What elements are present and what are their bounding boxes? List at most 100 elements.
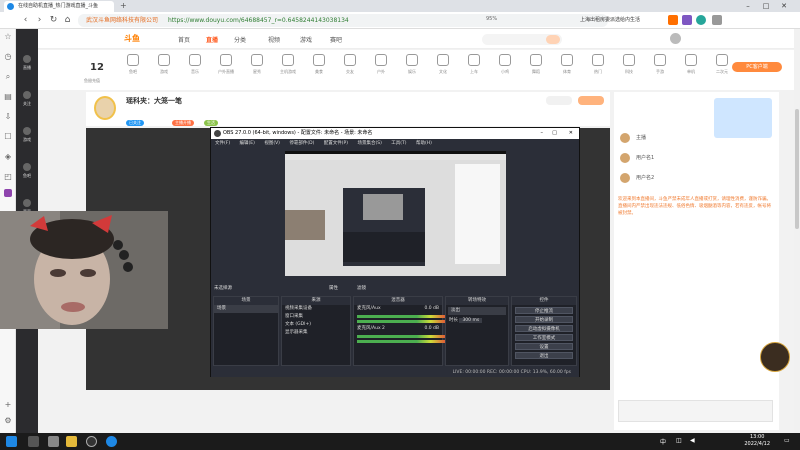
side-nav-item[interactable]: 鱼吧 — [18, 163, 36, 179]
nav-category[interactable]: 分类 — [234, 35, 246, 44]
nav-video[interactable]: 视频 — [268, 35, 280, 44]
reload-icon[interactable]: ↻ — [48, 15, 59, 26]
settings-icon[interactable]: ⚙ — [4, 417, 12, 425]
douyu-search-input[interactable] — [482, 34, 562, 45]
chat-input[interactable] — [618, 400, 773, 422]
extension-icon[interactable] — [682, 15, 692, 25]
home-icon[interactable]: ⌂ — [62, 15, 73, 26]
category-item[interactable]: 音乐 — [180, 54, 210, 75]
star-icon[interactable]: ☆ — [4, 33, 12, 41]
ime-indicator[interactable]: 中 — [660, 437, 666, 446]
taskview-icon[interactable] — [28, 436, 39, 447]
browser-taskbar-icon[interactable] — [106, 436, 117, 447]
obs-minimize-icon[interactable]: – — [541, 128, 544, 139]
source-item[interactable]: 窗口采集 — [282, 313, 350, 321]
side-nav-item[interactable]: 关注 — [18, 91, 36, 107]
obs-menu-item[interactable]: 帮助(H) — [416, 141, 432, 146]
obs-menu-item[interactable]: 文件(F) — [215, 141, 230, 146]
category-item[interactable]: 手游 — [645, 54, 675, 75]
volume-icon[interactable]: ◀ — [690, 437, 695, 444]
settings-button[interactable]: 设置 — [515, 343, 573, 350]
follow-button[interactable] — [578, 96, 604, 105]
filters-button[interactable]: 滤镜 — [357, 285, 366, 293]
category-item[interactable]: 热门 — [583, 54, 613, 75]
app-icon[interactable] — [66, 436, 77, 447]
rank-user[interactable]: 用户名1 — [618, 152, 773, 164]
chat-icon[interactable]: ☐ — [4, 133, 12, 141]
side-nav-item[interactable]: 直播 — [18, 55, 36, 71]
category-item[interactable]: 科技 — [614, 54, 644, 75]
nav-live[interactable]: 直播 — [206, 35, 218, 44]
obs-menu-item[interactable]: 场景集合(S) — [357, 141, 381, 146]
properties-button[interactable]: 属性 — [329, 285, 338, 293]
category-item[interactable]: 单机 — [676, 54, 706, 75]
explorer-icon[interactable] — [48, 436, 59, 447]
category-item[interactable]: 文化 — [428, 54, 458, 75]
transition-select[interactable]: 淡出 — [448, 307, 506, 315]
category-item[interactable]: 小鸡 — [490, 54, 520, 75]
category-item[interactable]: 体育 — [552, 54, 582, 75]
maximize-icon[interactable]: □ — [758, 0, 774, 12]
category-item[interactable]: 星秀 — [242, 54, 272, 75]
download-icon[interactable]: ⇩ — [4, 113, 12, 121]
bag-icon[interactable]: ◰ — [4, 173, 12, 181]
duration-input[interactable]: 300 ms — [459, 318, 483, 323]
obs-close-icon[interactable]: ✕ — [569, 128, 573, 139]
close-icon[interactable]: ✕ — [776, 0, 792, 12]
streamer-avatar[interactable] — [94, 96, 116, 120]
obs-menu-item[interactable]: 视图(V) — [264, 141, 280, 146]
note-icon[interactable]: ▤ — [4, 93, 12, 101]
share-button[interactable] — [546, 96, 572, 105]
browser-tab[interactable]: 在线自助机直播_热门游戏直播_斗鱼 — [4, 1, 114, 12]
obs-menu-item[interactable]: 编辑(E) — [240, 141, 255, 146]
obs-menu-item[interactable]: 工具(T) — [391, 141, 406, 146]
search-icon[interactable]: ⌕ — [4, 73, 12, 81]
game-icon[interactable]: ◈ — [4, 153, 12, 161]
obs-menu-item[interactable]: 配置文件(P) — [324, 141, 348, 146]
back-icon[interactable]: ‹ — [20, 15, 31, 26]
side-nav-item[interactable]: 游戏 — [18, 127, 36, 143]
category-item[interactable]: 上车 — [459, 54, 489, 75]
category-item[interactable]: 户外直播 — [211, 54, 241, 75]
extension-icon[interactable] — [696, 15, 706, 25]
extension-icon[interactable] — [668, 15, 678, 25]
exit-button[interactable]: 退出 — [515, 352, 573, 359]
pc-client-button[interactable]: PC客户端 — [732, 62, 782, 72]
obs-menu-item[interactable]: 停靠部件(D) — [289, 141, 314, 146]
category-item[interactable]: 游戏 — [149, 54, 179, 75]
history-icon[interactable]: ◷ — [4, 53, 12, 61]
category-item[interactable]: 舞蹈 — [521, 54, 551, 75]
app-icon[interactable] — [4, 189, 12, 197]
scrollbar-thumb[interactable] — [795, 109, 799, 229]
add-icon[interactable]: + — [4, 401, 12, 409]
address-bar[interactable]: 武汉斗鱼网络科技有限公司 https://www.douyu.com/64688… — [78, 14, 608, 27]
obs-preview[interactable] — [285, 151, 506, 276]
minimize-icon[interactable]: – — [740, 0, 756, 12]
nav-game[interactable]: 游戏 — [300, 35, 312, 44]
nav-home[interactable]: 首页 — [178, 35, 190, 44]
nav-match[interactable]: 赛吧 — [330, 35, 342, 44]
source-item[interactable]: 文本 (GDI+) — [282, 321, 350, 329]
source-item[interactable]: 显示器采集 — [282, 329, 350, 337]
start-recording-button[interactable]: 开始录制 — [515, 316, 573, 323]
category-item[interactable]: 交友 — [335, 54, 365, 75]
category-item[interactable]: 娱乐 — [397, 54, 427, 75]
category-item[interactable]: 美食 — [304, 54, 334, 75]
network-icon[interactable]: ◫ — [676, 437, 682, 444]
rank-user[interactable]: 用户名2 — [618, 172, 773, 184]
scene-item[interactable]: 场景 — [214, 305, 278, 313]
category-item[interactable]: 主机游戏 — [273, 54, 303, 75]
source-item[interactable]: 视频采集设备 — [282, 305, 350, 313]
category-item[interactable]: 户外 — [366, 54, 396, 75]
category-item[interactable]: 鱼吧 — [118, 54, 148, 75]
virtual-camera-button[interactable]: 启动虚拟摄像机 — [515, 325, 573, 332]
clock[interactable]: 13:00 2022/4/12 — [744, 434, 770, 448]
page-scrollbar[interactable] — [794, 29, 800, 433]
user-avatar[interactable] — [670, 33, 681, 44]
badge-icon[interactable] — [760, 342, 790, 372]
notification-icon[interactable]: ▭ — [784, 437, 790, 444]
room-badge[interactable]: 已关注 — [126, 120, 144, 126]
search-hint[interactable]: 上海出租房委派选给内生活 — [580, 16, 640, 23]
search-button[interactable] — [546, 35, 560, 44]
start-icon[interactable] — [6, 436, 17, 447]
